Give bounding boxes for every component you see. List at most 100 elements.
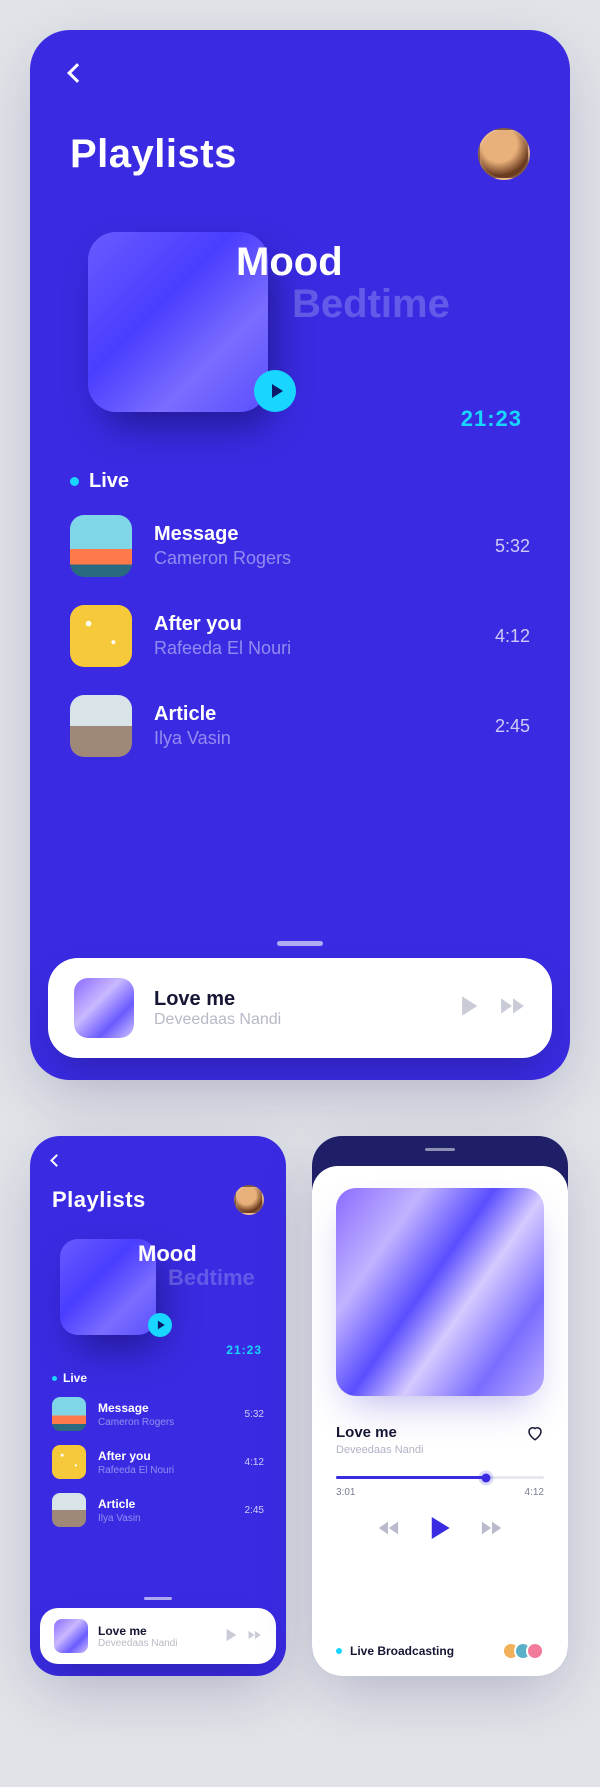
now-playing-thumbnail: [74, 978, 134, 1038]
track-title: Message: [154, 523, 473, 546]
broadcast-label: Live Broadcasting: [350, 1644, 454, 1658]
live-dot-icon: [52, 1376, 57, 1381]
now-playing-artist: Deveedaas Nandi: [154, 1011, 438, 1029]
now-playing-thumbnail: [54, 1619, 88, 1653]
now-next-button[interactable]: [248, 1628, 262, 1645]
track-thumbnail: [52, 1493, 86, 1527]
track-artist: Ilya Vasin: [98, 1513, 233, 1524]
track-duration: 2:45: [495, 716, 530, 737]
page-title: Playlists: [52, 1187, 146, 1213]
now-playing-title: Love me: [154, 988, 438, 1011]
now-playing-bar[interactable]: Love me Deveedaas Nandi: [48, 958, 552, 1058]
progress-fill: [336, 1476, 486, 1479]
elapsed-time: 3:01: [336, 1487, 355, 1498]
forward-button[interactable]: [481, 1520, 503, 1541]
track-title: After you: [154, 613, 473, 636]
forward-icon: [248, 1628, 262, 1642]
track-duration: 5:32: [245, 1409, 264, 1420]
play-icon: [156, 1320, 166, 1330]
track-row[interactable]: After you Rafeeda El Nouri 4:12: [70, 605, 530, 667]
featured-playlist[interactable]: Mood Bedtime 21:23: [52, 1237, 264, 1357]
track-thumbnail: [70, 515, 132, 577]
live-dot-icon: [70, 477, 79, 486]
back-icon[interactable]: [50, 1154, 63, 1167]
featured-title: Mood: [138, 1241, 197, 1267]
section-label-text: Live: [63, 1371, 87, 1385]
player-screen: Love me Deveedaas Nandi 3:01 4:12: [312, 1136, 568, 1676]
play-icon: [458, 995, 480, 1017]
featured-duration: 21:23: [226, 1343, 262, 1357]
track-thumbnail: [70, 605, 132, 667]
play-icon: [224, 1628, 238, 1642]
play-icon: [269, 383, 285, 399]
broadcast-row[interactable]: Live Broadcasting: [336, 1642, 544, 1660]
track-artist: Ilya Vasin: [154, 728, 473, 749]
now-next-button[interactable]: [500, 995, 526, 1022]
section-label-text: Live: [89, 470, 129, 493]
track-text: Message Cameron Rogers: [154, 523, 473, 569]
track-artist: Rafeeda El Nouri: [98, 1465, 233, 1476]
drawer-handle[interactable]: [144, 1597, 172, 1600]
featured-subtitle: Bedtime: [292, 282, 450, 327]
back-icon[interactable]: [67, 63, 87, 83]
track-text: Article Ilya Vasin: [154, 703, 473, 749]
sheet-handle[interactable]: [425, 1148, 455, 1151]
progress: 3:01 4:12: [336, 1476, 544, 1498]
track-row[interactable]: Article Ilya Vasin 2:45: [70, 695, 530, 757]
track-artist: Cameron Rogers: [154, 548, 473, 569]
playlists-screen-large: Playlists Mood Bedtime 21:23 Live Messag…: [30, 30, 570, 1080]
progress-knob[interactable]: [481, 1473, 490, 1482]
track-list: Message Cameron Rogers 5:32 After youRafe…: [52, 1397, 264, 1527]
track-title: Article: [154, 703, 473, 726]
rewind-button[interactable]: [377, 1520, 399, 1541]
listener-avatars: [508, 1642, 544, 1660]
featured-duration: 21:23: [461, 406, 522, 432]
player-sheet: Love me Deveedaas Nandi 3:01 4:12: [312, 1166, 568, 1676]
album-cover: [336, 1188, 544, 1396]
now-play-button[interactable]: [224, 1628, 238, 1645]
featured-playlist[interactable]: Mood Bedtime 21:23: [70, 226, 530, 436]
now-playing-artist: Deveedaas Nandi: [98, 1638, 214, 1649]
rewind-icon: [377, 1520, 399, 1536]
track-row[interactable]: Article Ilya Vasin 2:45: [52, 1493, 264, 1527]
listener-avatar: [526, 1642, 544, 1660]
live-dot-icon: [336, 1648, 342, 1654]
track-duration: 2:45: [245, 1505, 264, 1516]
track-artist: Cameron Rogers: [98, 1417, 233, 1428]
now-playing-text: Love me Deveedaas Nandi: [154, 988, 438, 1029]
section-live: Live: [70, 470, 530, 493]
featured-play-button[interactable]: [254, 370, 296, 412]
header: Playlists: [52, 1185, 264, 1215]
page-title: Playlists: [70, 132, 237, 177]
track-title: Article: [98, 1497, 233, 1511]
forward-icon: [481, 1520, 503, 1536]
track-row[interactable]: Message Cameron Rogers 5:32: [52, 1397, 264, 1431]
track-duration: 4:12: [245, 1457, 264, 1468]
track-thumbnail: [70, 695, 132, 757]
track-row[interactable]: After youRafeeda El Nouri 4:12: [52, 1445, 264, 1479]
now-playing-bar[interactable]: Love meDeveedaas Nandi: [40, 1608, 276, 1664]
track-text: After you Rafeeda El Nouri: [154, 613, 473, 659]
featured-subtitle: Bedtime: [168, 1265, 255, 1291]
total-time: 4:12: [525, 1487, 544, 1498]
play-icon: [429, 1516, 451, 1540]
song-header: Love me Deveedaas Nandi: [336, 1424, 544, 1456]
heart-icon: [526, 1424, 544, 1442]
forward-icon: [500, 995, 526, 1017]
progress-track[interactable]: [336, 1476, 544, 1479]
avatar[interactable]: [234, 1185, 264, 1215]
play-button[interactable]: [429, 1516, 451, 1545]
now-playing-title: Love me: [98, 1624, 214, 1638]
drawer-handle[interactable]: [277, 941, 323, 946]
featured-play-button[interactable]: [148, 1313, 172, 1337]
section-live: Live: [52, 1371, 264, 1385]
featured-title: Mood: [236, 240, 343, 285]
avatar[interactable]: [478, 128, 530, 180]
song-artist: Deveedaas Nandi: [336, 1444, 423, 1456]
now-play-button[interactable]: [458, 995, 480, 1022]
track-row[interactable]: Message Cameron Rogers 5:32: [70, 515, 530, 577]
player-controls: [336, 1516, 544, 1545]
track-title: Message: [98, 1401, 233, 1415]
favorite-button[interactable]: [526, 1424, 544, 1447]
track-artist: Rafeeda El Nouri: [154, 638, 473, 659]
